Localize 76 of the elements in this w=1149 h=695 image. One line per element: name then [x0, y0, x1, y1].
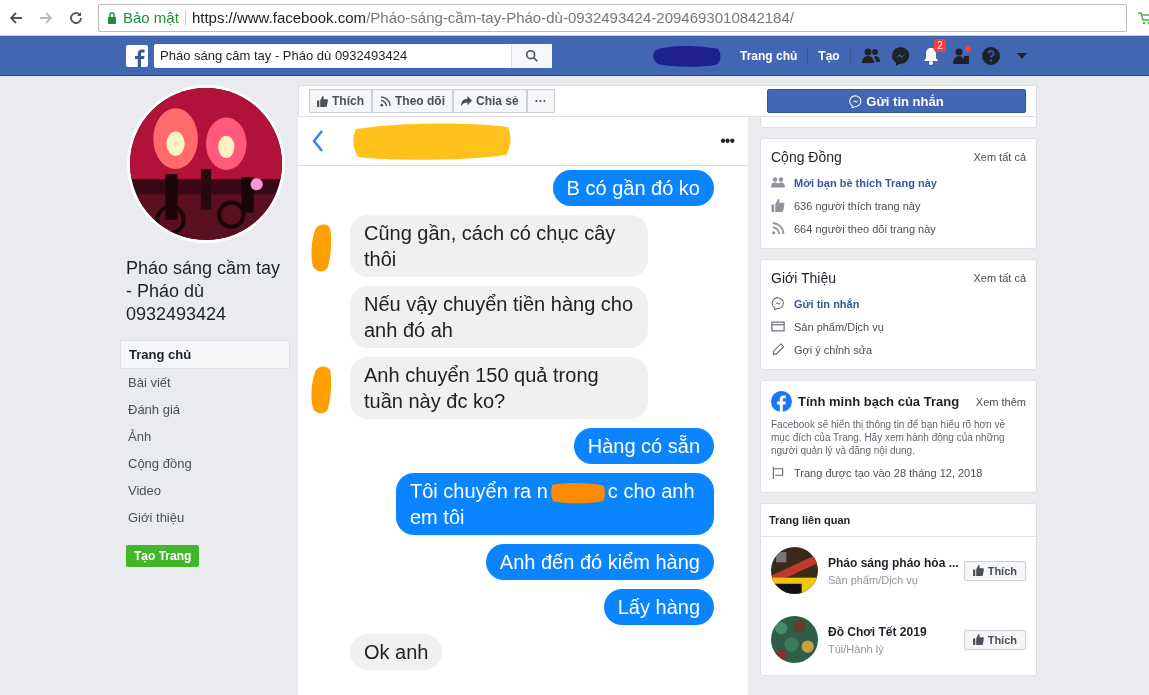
reload-icon[interactable]	[68, 9, 84, 26]
search-icon	[525, 48, 539, 63]
related-page-name[interactable]: Đồ Chơi Tết 2019	[828, 624, 954, 639]
info-text: 636 người thích trang này	[794, 199, 921, 212]
help-icon[interactable]	[980, 45, 1001, 66]
see-more-link[interactable]: Xem thêm	[975, 395, 1026, 408]
lock-icon	[107, 11, 117, 24]
info-text[interactable]: Gợi ý chỉnh sửa	[794, 343, 873, 356]
info-text: 664 người theo dõi trang này	[794, 222, 936, 235]
related-page-category: Sản phẩm/Dịch vụ	[828, 573, 919, 586]
like-button[interactable]: Thích	[963, 560, 1026, 581]
action-button[interactable]: Chia sẻ	[453, 89, 527, 113]
related-page-category: Túi/Hành lý	[828, 642, 885, 655]
message-bubble: Ok anh	[350, 634, 443, 670]
security-label: Bảo mật	[123, 9, 179, 26]
flag-icon	[771, 466, 785, 479]
people-icon	[771, 176, 785, 189]
redaction-mark	[652, 43, 722, 68]
page-nav-item[interactable]: Bài viết	[120, 369, 290, 396]
share-arrow-icon	[461, 95, 472, 107]
url-text: https://www.facebook.com/Pháo-sáng-cầm-tay-Pháo-dù-0932493424-2094693010842184/	[191, 9, 794, 26]
back-icon[interactable]	[8, 9, 24, 26]
info-text: Trang được tạo vào 28 tháng 12, 2018	[794, 466, 983, 479]
messenger-icon	[771, 297, 785, 310]
address-bar[interactable]: Bảo mật https://www.facebook.com/Pháo-sáng-cầm-tay-Pháo-dù-0932493424-2094693010842184/	[98, 3, 1127, 32]
page-nav-item[interactable]: Cộng đồng	[120, 450, 290, 477]
page-nav-item[interactable]: Ảnh	[120, 423, 290, 450]
pencil-icon	[771, 343, 785, 356]
info-text[interactable]: Mời bạn bè thích Trang này	[794, 176, 937, 189]
facebook-logo	[771, 391, 792, 412]
card-title: Giới Thiệu	[771, 270, 836, 286]
caret-icon[interactable]	[1016, 52, 1027, 59]
more-icon: •••	[720, 132, 734, 150]
friend-requests-icon[interactable]	[950, 45, 971, 66]
action-button[interactable]: ···	[526, 89, 555, 113]
nav-link[interactable]: Trang chủ	[740, 48, 798, 63]
thumbs-up-icon	[317, 95, 328, 107]
card-title: Cộng Đồng	[771, 149, 842, 165]
message-bubble: Cũng gần, cách có chục cây thôi	[350, 215, 648, 277]
cart-icon[interactable]	[1137, 9, 1149, 26]
message-bubble: Anh chuyển 150 quả trong tuần này đc ko?	[350, 357, 648, 419]
back-chevron-icon	[312, 129, 324, 153]
thumbs-up-icon	[972, 634, 984, 645]
see-all-link[interactable]: Xem tất cả	[973, 151, 1026, 163]
message-bubble: Hàng có sẵn	[573, 428, 714, 464]
page-nav-item[interactable]: Giới thiệu	[120, 504, 290, 531]
rss-icon	[771, 222, 785, 235]
message-bubble: B có gần đó ko	[552, 170, 714, 206]
card-title: Tính minh bạch của Trang	[798, 394, 960, 409]
message-bubble: Tôi chuyển ra n c cho anh em tôi	[396, 473, 714, 535]
messenger-icon	[849, 94, 863, 108]
action-button[interactable]: Thích	[309, 89, 372, 113]
message-bubble: Lấy hàng	[603, 589, 714, 625]
thumbs-up-icon	[771, 199, 785, 212]
action-button[interactable]: Theo dõi	[372, 89, 453, 113]
page-title: Pháo sáng cầm tay - Pháo dù 0932493424	[126, 257, 282, 326]
rss-icon	[380, 95, 391, 107]
storefront-icon	[771, 320, 785, 333]
facebook-logo[interactable]	[126, 44, 148, 67]
send-message-button[interactable]: Gửi tin nhắn	[767, 89, 1026, 113]
notification-badge: 2	[934, 38, 946, 52]
message-bubble: Anh đến đó kiểm hàng	[485, 544, 714, 580]
page-nav-item[interactable]: Video	[120, 477, 290, 504]
like-button[interactable]: Thích	[963, 629, 1026, 650]
messenger-icon[interactable]	[890, 45, 911, 66]
info-text[interactable]: Sản phẩm/Dịch vụ	[794, 320, 884, 333]
search-button[interactable]	[511, 43, 552, 68]
nav-link[interactable]: Tạo	[818, 48, 840, 63]
page-nav-item[interactable]: Đánh giá	[120, 396, 290, 423]
description-text: Facebook sẽ hiển thị thông tin để bạn hiểu rõ hơn về mục đích của Trang. Hãy xem hành động của những người quản lý và đăng nội dung.	[771, 418, 1006, 457]
page-nav-item[interactable]: Trang chủ	[120, 340, 290, 369]
thumbs-up-icon	[972, 565, 984, 576]
info-text[interactable]: Gửi tin nhắn	[794, 297, 860, 310]
card-title: Trang liên quan	[761, 504, 1036, 537]
message-bubble: Nếu vậy chuyển tiền hàng cho anh đó ah	[350, 286, 648, 348]
see-all-link[interactable]: Xem tất cả	[973, 272, 1026, 284]
